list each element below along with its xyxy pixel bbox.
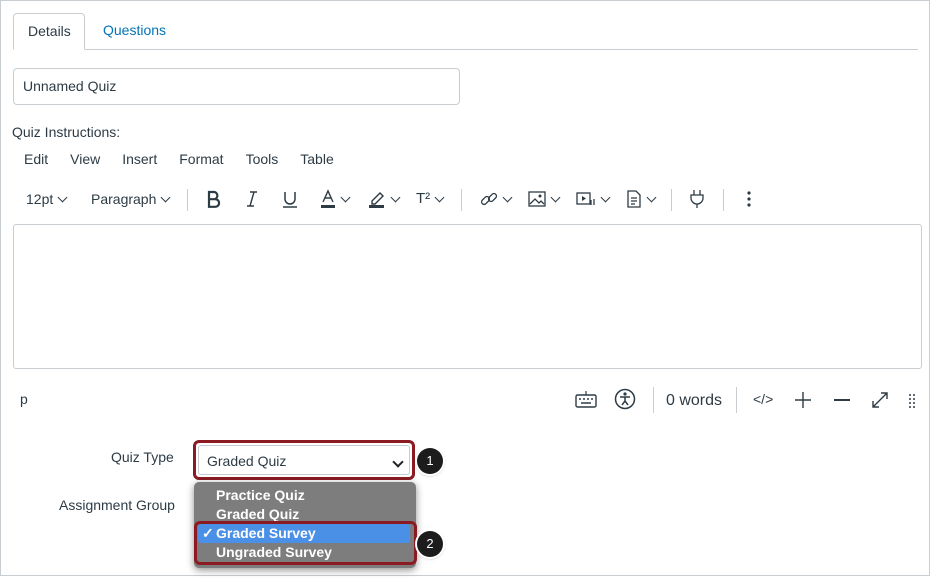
chevron-down-icon [550,192,561,202]
html-editor-toggle[interactable]: </> [753,391,773,407]
toolbar-divider [187,189,188,211]
chevron-down-icon [502,192,513,202]
editor-menubar: Edit View Insert Format Tools Table [15,151,347,171]
plus-icon [795,392,811,408]
document-button[interactable] [626,185,657,213]
fullscreen-button[interactable] [871,391,889,409]
superscript-label: T² [416,190,431,207]
quiz-type-label: Quiz Type [111,449,174,465]
tab-bar: Details Questions [13,13,918,50]
image-button[interactable] [528,185,561,213]
chevron-down-icon [434,192,445,202]
quiz-type-highlight: Graded Quiz [193,440,415,480]
font-size-dropdown[interactable]: 12pt [26,185,68,213]
element-path[interactable]: p [20,391,28,407]
chevron-down-icon [340,192,351,202]
menu-tools[interactable]: Tools [246,151,279,167]
document-icon [627,190,641,208]
callout-badge-2: 2 [417,531,443,557]
toolbar-divider [671,189,672,211]
apps-button[interactable] [689,185,705,213]
quiz-title-input[interactable]: Unnamed Quiz [13,68,460,105]
callout-badge-1: 1 [417,448,443,474]
more-button[interactable] [746,185,752,213]
options-highlight [194,521,417,565]
status-divider [653,387,654,413]
superscript-button[interactable]: T² [416,185,445,213]
highlight-color-button[interactable] [368,185,401,213]
bold-button[interactable] [206,185,222,213]
link-button[interactable] [480,185,513,213]
italic-icon [247,191,257,207]
menu-edit[interactable]: Edit [24,151,48,167]
font-size-value: 12pt [26,191,54,207]
keyboard-icon [575,391,597,408]
media-button[interactable] [576,185,611,213]
status-divider [736,387,737,413]
resize-handle[interactable] [908,393,916,409]
menu-table[interactable]: Table [300,151,333,167]
link-icon [480,192,498,206]
chevron-down-icon [646,192,657,202]
chevron-down-icon [160,192,171,202]
toolbar-divider [461,189,462,211]
keyboard-shortcuts-button[interactable] [575,390,597,408]
menu-view[interactable]: View [70,151,100,167]
underline-icon [283,191,297,208]
option-practice-quiz[interactable]: Practice Quiz [194,486,416,505]
expand-icon [872,392,888,408]
more-vertical-icon [747,191,751,207]
drag-handle-icon [909,394,915,408]
tab-questions[interactable]: Questions [89,13,180,49]
image-icon [528,191,546,207]
menu-format[interactable]: Format [179,151,223,167]
italic-button[interactable] [245,185,259,213]
quiz-instructions-label: Quiz Instructions: [12,124,121,140]
rich-text-editor-area[interactable] [13,224,922,369]
toolbar-divider [723,189,724,211]
chevron-down-icon [390,192,401,202]
zoom-out-button[interactable] [833,391,851,409]
underline-button[interactable] [282,185,298,213]
accessibility-icon [614,388,636,410]
menu-insert[interactable]: Insert [122,151,157,167]
editor-statusbar: p 0 words </> [13,385,922,415]
chevron-down-icon [392,456,404,468]
minus-icon [834,399,850,401]
accessibility-checker-button[interactable] [614,388,636,410]
chevron-down-icon [600,192,611,202]
text-color-icon [321,189,335,208]
plug-icon [690,190,704,208]
quiz-type-select[interactable]: Graded Quiz [198,445,410,475]
bold-icon [207,190,221,208]
quiz-edit-panel: Details Questions Unnamed Quiz Quiz Inst… [0,0,930,576]
word-count[interactable]: 0 words [666,392,722,410]
zoom-in-button[interactable] [794,391,812,409]
chevron-down-icon [57,192,68,202]
text-color-button[interactable] [320,185,351,213]
media-icon [576,192,595,205]
block-format-value: Paragraph [91,191,157,207]
quiz-type-value: Graded Quiz [207,453,287,469]
tab-details[interactable]: Details [13,13,85,50]
highlighter-icon [369,192,384,208]
assignment-group-label: Assignment Group [59,497,175,513]
block-format-dropdown[interactable]: Paragraph [91,185,171,213]
editor-toolbar: 12pt Paragraph T² [15,185,915,213]
